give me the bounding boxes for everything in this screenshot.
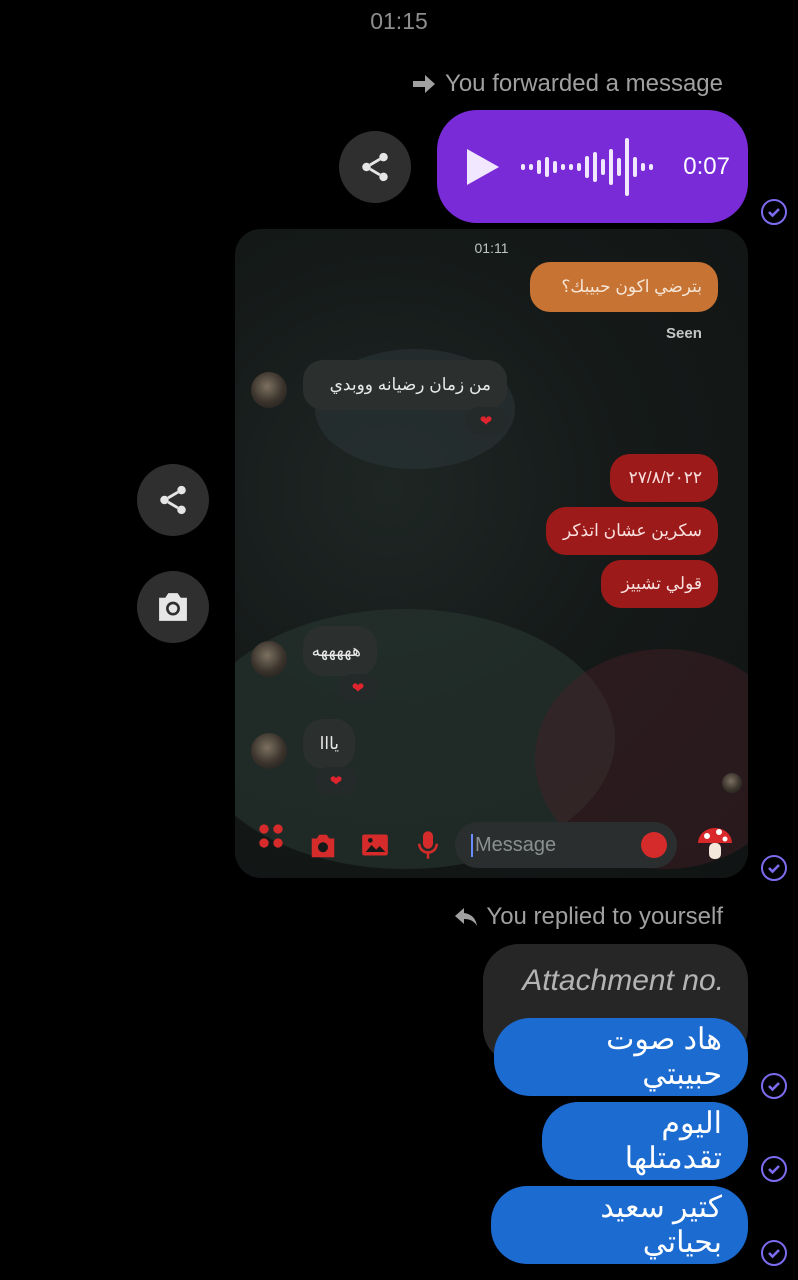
voice-message-bubble[interactable]: 0:07 (437, 110, 748, 223)
delivered-check-4 (761, 1156, 787, 1182)
message-bubble-3[interactable]: كتير سعيد بحياتي (491, 1186, 748, 1264)
image-icon (361, 832, 389, 863)
share-button-screenshot[interactable] (137, 464, 209, 536)
delivered-check-3 (761, 1073, 787, 1099)
camera-icon (308, 832, 338, 865)
check-icon (768, 1249, 780, 1259)
inner-time: 01:11 (474, 240, 509, 256)
play-icon[interactable] (467, 148, 499, 185)
inner-message-3: ٢٧/٨/٢٠٢٢ (610, 454, 718, 502)
heart-reaction: ❤ (465, 407, 507, 435)
avatar (251, 372, 287, 408)
inner-message-2: من زمان رضيانه ووبدي (303, 360, 507, 410)
camera-icon (159, 593, 187, 621)
emoji-icon (641, 832, 667, 858)
camera-button[interactable] (137, 571, 209, 643)
waveform (521, 137, 675, 197)
share-icon (362, 152, 388, 182)
share-button-voice[interactable] (339, 131, 411, 203)
heart-reaction: ❤ (315, 767, 357, 795)
message-bubble-2[interactable]: اليوم تقدمتلها (542, 1102, 748, 1180)
inner-message-6: هههههه (303, 626, 377, 676)
shared-screenshot[interactable]: 01:11 بترضي اكون حبيبك؟ Seen من زمان رضي… (235, 229, 748, 878)
avatar (251, 641, 287, 677)
inner-message-4: سكرين عشان اتذكر (546, 507, 718, 555)
forward-arrow-icon (413, 75, 436, 93)
heart-reaction: ❤ (337, 674, 379, 702)
seen-label: Seen (666, 325, 702, 342)
replied-label-row: You replied to yourself (454, 903, 723, 931)
inner-message-7: يااا (303, 719, 355, 769)
forwarded-label: You forwarded a message (445, 70, 723, 97)
delivered-check-2 (761, 855, 787, 881)
apps-icon (257, 822, 285, 855)
replied-label: You replied to yourself (486, 903, 723, 930)
check-icon (768, 1082, 780, 1092)
voice-duration: 0:07 (683, 152, 730, 180)
delivered-check-5 (761, 1240, 787, 1266)
delivered-check-1 (761, 199, 787, 225)
check-icon (768, 864, 780, 874)
message-input-placeholder: Message (471, 833, 641, 857)
inner-message-5: قولي تشييز (601, 560, 718, 608)
check-icon (768, 1165, 780, 1175)
header-time: 01:15 (370, 8, 428, 34)
share-icon (160, 485, 186, 515)
message-bubble-1[interactable]: هاد صوت حبيبتي (494, 1018, 748, 1096)
seen-avatar (722, 773, 742, 793)
inner-message-1: بترضي اكون حبيبك؟ (530, 262, 718, 312)
avatar (251, 733, 287, 769)
check-icon (768, 208, 780, 218)
reply-arrow-icon (455, 908, 478, 926)
forwarded-label-row: You forwarded a message (411, 70, 723, 98)
mushroom-icon (695, 823, 735, 868)
mic-icon (417, 830, 439, 865)
message-input: Message (455, 822, 677, 868)
